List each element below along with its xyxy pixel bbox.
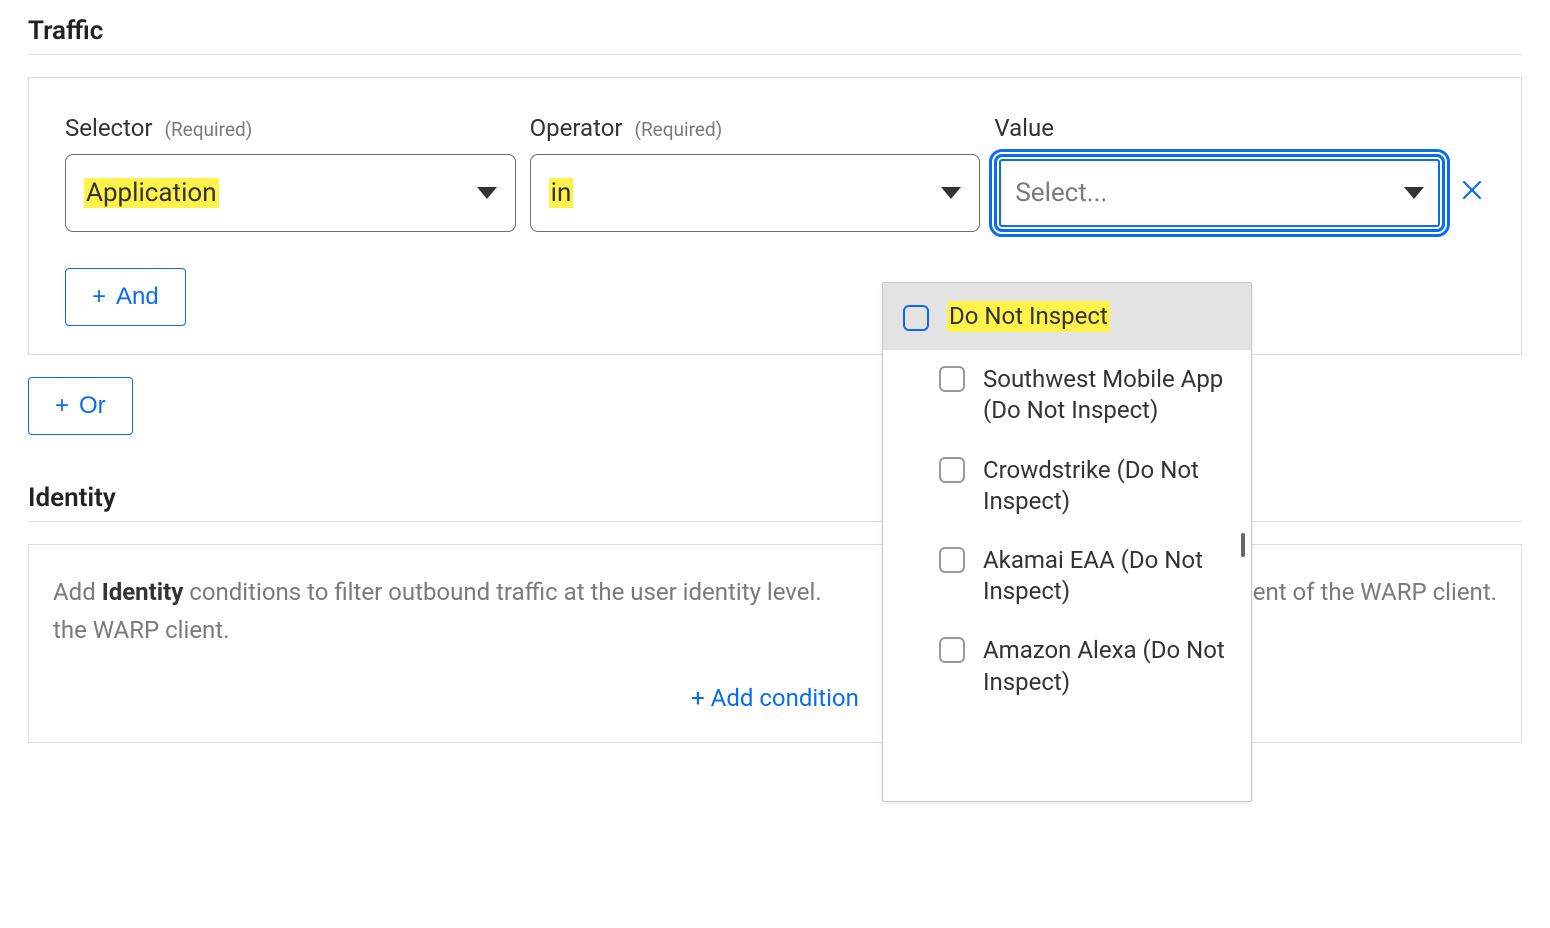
option-label: Crowdstrike (Do Not Inspect) — [983, 455, 1231, 517]
operator-label: Operator (Required) — [530, 114, 981, 142]
option-label: Do Not Inspect — [947, 301, 1110, 332]
selector-label: Selector (Required) — [65, 114, 516, 142]
traffic-panel: Selector (Required) Application Operator… — [28, 77, 1522, 355]
value-placeholder: Select... — [1015, 178, 1107, 208]
value-select[interactable]: Select... — [994, 154, 1445, 232]
chevron-down-icon — [941, 187, 961, 199]
chevron-down-icon — [1404, 187, 1424, 199]
option-label: Southwest Mobile App (Do Not Inspect) — [983, 364, 1231, 426]
remove-condition-button[interactable] — [1459, 177, 1485, 232]
scrollbar[interactable] — [1241, 533, 1245, 557]
add-and-button[interactable]: + And — [65, 268, 186, 326]
identity-title: Identity — [28, 483, 1522, 513]
checkbox[interactable] — [939, 547, 965, 573]
plus-icon: + — [55, 392, 69, 420]
identity-divider — [28, 521, 1522, 522]
value-dropdown[interactable]: Do Not Inspect Southwest Mobile App (Do … — [882, 282, 1252, 802]
option-label: Akamai EAA (Do Not Inspect) — [983, 545, 1231, 607]
checkbox[interactable] — [939, 637, 965, 663]
add-or-button[interactable]: + Or — [28, 377, 133, 435]
dropdown-option[interactable]: Southwest Mobile App (Do Not Inspect) — [883, 350, 1251, 440]
plus-icon: + — [92, 283, 106, 311]
identity-description: Add Identity conditions to filter outbou… — [53, 573, 1497, 650]
value-label: Value — [994, 114, 1445, 142]
checkbox[interactable] — [939, 366, 965, 392]
dropdown-option[interactable]: Crowdstrike (Do Not Inspect) — [883, 441, 1251, 531]
dropdown-option[interactable]: Do Not Inspect — [883, 283, 1251, 350]
checkbox[interactable] — [903, 305, 929, 331]
operator-select[interactable]: in — [530, 154, 981, 232]
dropdown-option[interactable]: Akamai EAA (Do Not Inspect) — [883, 531, 1251, 621]
option-label: Amazon Alexa (Do Not Inspect) — [983, 635, 1231, 697]
traffic-title: Traffic — [28, 16, 1522, 46]
selector-value: Application — [84, 178, 219, 208]
traffic-divider — [28, 54, 1522, 55]
dropdown-option[interactable]: Amazon Alexa (Do Not Inspect) — [883, 621, 1251, 711]
checkbox[interactable] — [939, 457, 965, 483]
selector-select[interactable]: Application — [65, 154, 516, 232]
add-condition-link[interactable]: + Add condition — [53, 684, 1497, 712]
chevron-down-icon — [477, 187, 497, 199]
operator-value: in — [549, 178, 574, 208]
identity-panel: Add Identity conditions to filter outbou… — [28, 544, 1522, 743]
